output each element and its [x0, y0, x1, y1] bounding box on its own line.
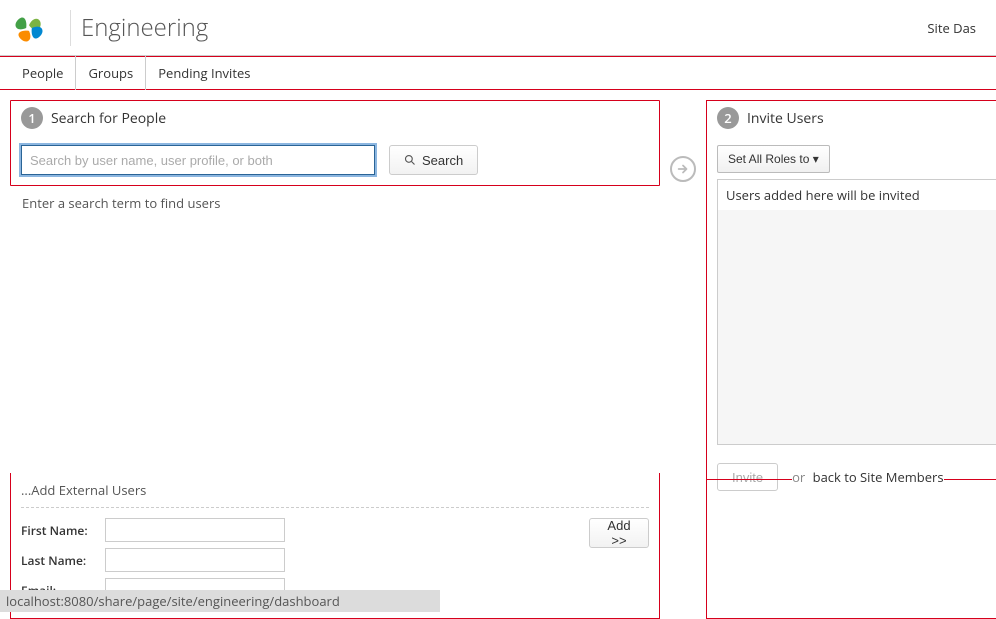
site-dashboard-link[interactable]: Site Das [927, 19, 976, 37]
arrow-right-icon [670, 156, 696, 182]
search-icon [404, 154, 416, 166]
invite-list: Users added here will be invited [717, 179, 996, 445]
search-people-input[interactable] [21, 145, 375, 175]
tab-pending-invites[interactable]: Pending Invites [146, 56, 262, 90]
invite-button[interactable]: Invite [717, 463, 778, 491]
first-name-field[interactable] [105, 518, 285, 542]
external-legend: ...Add External Users [21, 481, 649, 503]
tab-people[interactable]: People [10, 56, 76, 90]
last-name-label: Last Name: [21, 552, 105, 569]
search-button-label: Search [422, 153, 463, 168]
search-button[interactable]: Search [389, 145, 478, 175]
search-hint: Enter a search term to find users [10, 186, 660, 220]
back-to-site-members-link[interactable]: back to Site Members [813, 468, 944, 486]
set-all-roles-dropdown[interactable]: Set All Roles to ▾ [717, 145, 830, 173]
step-1-badge: 1 [21, 107, 43, 129]
search-results-area [10, 220, 660, 465]
site-title: Engineering [81, 11, 927, 44]
search-people-panel: 1 Search for People Search [10, 100, 660, 186]
first-name-label: First Name: [21, 522, 105, 539]
or-text: or [792, 468, 805, 486]
status-bar: localhost:8080/share/page/site/engineeri… [0, 590, 440, 612]
last-name-field[interactable] [105, 548, 285, 572]
invite-panel-title: Invite Users [747, 109, 824, 128]
step-2-badge: 2 [717, 107, 739, 129]
tab-groups[interactable]: Groups [76, 56, 146, 90]
search-panel-title: Search for People [51, 109, 166, 128]
invite-users-panel: 2 Invite Users Set All Roles to ▾ Users … [706, 100, 996, 619]
invite-list-placeholder: Users added here will be invited [718, 180, 996, 210]
header-divider [70, 10, 71, 46]
app-logo[interactable] [10, 9, 48, 47]
add-external-button[interactable]: Add >> [589, 518, 649, 548]
members-toolbar: People Groups Pending Invites [0, 56, 996, 90]
